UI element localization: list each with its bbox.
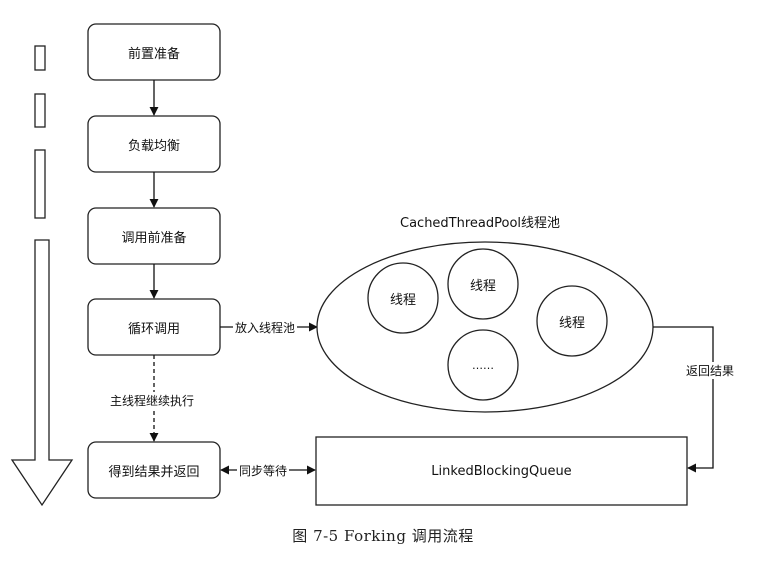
step-label-get-result: 得到结果并返回 [108, 464, 200, 480]
timeline-marker-3 [34, 149, 46, 219]
edge-label-sync-wait: 同步等待 [237, 462, 290, 479]
step-label-prepare: 前置准备 [127, 46, 180, 62]
thread-label-3: 线程 [558, 315, 585, 331]
edge-label-return-result: 返回结果 [684, 362, 737, 379]
step-label-load-balance: 负载均衡 [127, 138, 180, 154]
step-label-pre-invoke: 调用前准备 [121, 230, 187, 246]
thread-label-2: 线程 [469, 278, 496, 294]
figure-caption: 图 7-5 Forking 调用流程 [292, 527, 474, 545]
thread-label-1: 线程 [389, 292, 416, 308]
thread-pool-title: CachedThreadPool线程池 [400, 216, 561, 231]
edge-label-main-continue: 主线程继续执行 [108, 392, 197, 409]
step-label-loop-invoke: 循环调用 [127, 321, 180, 337]
timeline-marker-1 [34, 45, 46, 71]
timeline-big-arrow [10, 239, 74, 507]
thread-label-4: …… [472, 358, 494, 372]
forking-call-flow: 前置准备 负载均衡 调用前准备 循环调用 得到结果并返回 CachedThrea… [0, 0, 766, 563]
edge-label-to-pool: 放入线程池 [233, 319, 298, 336]
timeline-marker-2 [34, 93, 46, 128]
queue-label: LinkedBlockingQueue [431, 463, 572, 479]
